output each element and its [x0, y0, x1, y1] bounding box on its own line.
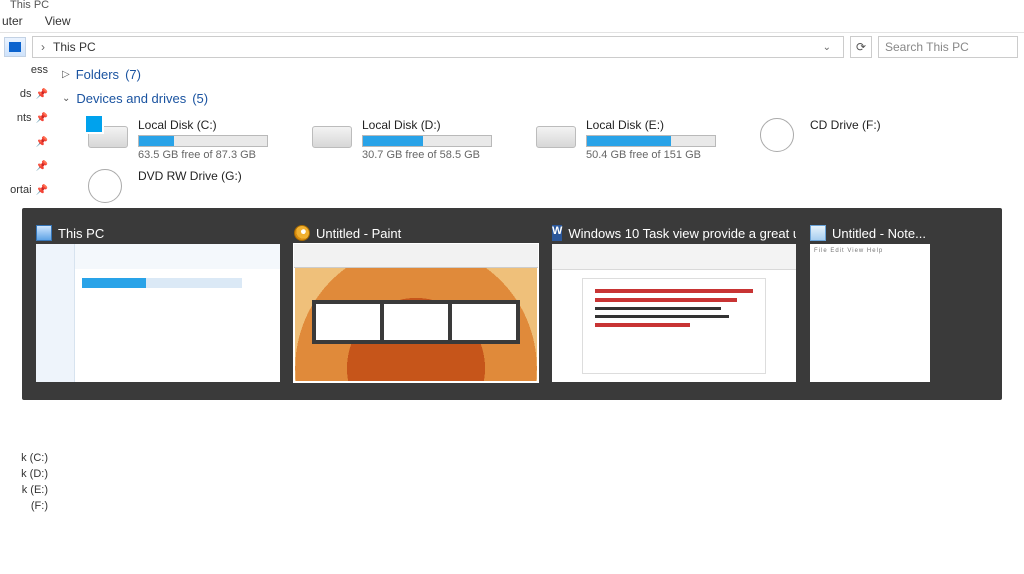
breadcrumb[interactable]: This PC ⌄	[32, 36, 844, 58]
task-view-window[interactable]: Untitled - Note... File Edit View Help	[810, 222, 930, 382]
nav-item[interactable]: ortai📌	[0, 182, 52, 198]
pin-icon: 📌	[36, 89, 48, 100]
pin-icon: 📌	[36, 137, 48, 148]
task-view-window[interactable]: This PC	[36, 222, 280, 382]
task-view-thumbnail[interactable]	[294, 244, 538, 382]
breadcrumb-dropdown-icon[interactable]: ⌄	[817, 42, 837, 53]
nav-item[interactable]: 📌	[0, 158, 52, 174]
word-icon: W	[552, 225, 562, 241]
drive-item[interactable]: DVD RW Drive (G:)	[88, 169, 298, 205]
this-pc-icon[interactable]	[4, 37, 26, 57]
pin-icon: 📌	[36, 161, 48, 172]
task-view-thumbnail[interactable]: File Edit View Help	[810, 244, 930, 382]
drive-icon	[536, 126, 576, 148]
content-pane: ▷ Folders (7) ⌄ Devices and drives (5) L…	[52, 62, 1024, 213]
drive-label: Local Disk (D:)	[362, 118, 492, 132]
address-bar-row: This PC ⌄ ⟳ Search This PC	[0, 33, 1024, 61]
task-view-title: This PC	[58, 226, 104, 241]
drive-item[interactable]: Local Disk (C:) 63.5 GB free of 87.3 GB	[88, 118, 298, 161]
folders-section-header[interactable]: ▷ Folders (7)	[52, 62, 1024, 86]
section-count: (5)	[192, 91, 208, 106]
task-view-title: Untitled - Note...	[832, 226, 926, 241]
ribbon-tabs: uter View	[0, 10, 1024, 33]
task-view-title: Windows 10 Task view provide a great use…	[568, 226, 796, 241]
nav-item[interactable]: k (C:)	[0, 452, 52, 464]
drive-free-text: 30.7 GB free of 58.5 GB	[362, 149, 492, 161]
nav-item[interactable]: 📌	[0, 134, 52, 150]
drive-item[interactable]: Local Disk (E:) 50.4 GB free of 151 GB	[536, 118, 746, 161]
ribbon-tab-view[interactable]: View	[45, 14, 71, 28]
paint-icon	[294, 225, 310, 241]
task-view-overlay: This PC Untitled - Paint W Windows 10 Task …	[22, 208, 1002, 400]
task-view-thumbnail[interactable]	[36, 244, 280, 382]
breadcrumb-current: This PC	[53, 40, 96, 54]
chevron-right-icon: ▷	[62, 69, 70, 80]
drive-label: DVD RW Drive (G:)	[138, 169, 242, 183]
drive-icon	[88, 126, 128, 148]
nav-item[interactable]: k (E:)	[0, 484, 52, 496]
disc-icon	[760, 118, 794, 152]
pin-icon: 📌	[36, 185, 48, 196]
drive-label: CD Drive (F:)	[810, 118, 881, 132]
nav-item[interactable]: k (D:)	[0, 468, 52, 480]
nav-item[interactable]: ess	[0, 62, 52, 78]
nav-item[interactable]: ds📌	[0, 86, 52, 102]
drive-icon	[312, 126, 352, 148]
drive-free-text: 50.4 GB free of 151 GB	[586, 149, 716, 161]
storage-bar	[138, 135, 268, 147]
search-input[interactable]: Search This PC	[878, 36, 1018, 58]
refresh-button[interactable]: ⟳	[850, 36, 872, 58]
drive-item[interactable]: CD Drive (F:)	[760, 118, 970, 161]
section-label: Devices and drives	[76, 91, 186, 106]
storage-bar	[362, 135, 492, 147]
chevron-right-icon	[39, 40, 47, 54]
note-icon	[810, 225, 826, 241]
pin-icon: 📌	[36, 113, 48, 124]
section-count: (7)	[125, 67, 141, 82]
ribbon-tab-computer[interactable]: uter	[2, 14, 23, 28]
drive-free-text: 63.5 GB free of 87.3 GB	[138, 149, 268, 161]
drive-item[interactable]: Local Disk (D:) 30.7 GB free of 58.5 GB	[312, 118, 522, 161]
disc-icon	[88, 169, 122, 203]
task-view-thumbnail[interactable]	[552, 244, 796, 382]
nav-item[interactable]: (F:)	[0, 500, 52, 512]
window-title: This PC	[0, 0, 1024, 10]
devices-section-header[interactable]: ⌄ Devices and drives (5)	[52, 86, 1024, 110]
drive-label: Local Disk (C:)	[138, 118, 268, 132]
pc-icon	[36, 225, 52, 241]
nav-item[interactable]: nts📌	[0, 110, 52, 126]
task-view-window[interactable]: W Windows 10 Task view provide a great us…	[552, 222, 796, 382]
storage-bar	[586, 135, 716, 147]
section-label: Folders	[76, 67, 119, 82]
chevron-down-icon: ⌄	[62, 93, 70, 104]
task-view-title: Untitled - Paint	[316, 226, 401, 241]
drive-label: Local Disk (E:)	[586, 118, 716, 132]
task-view-window[interactable]: Untitled - Paint	[294, 222, 538, 382]
